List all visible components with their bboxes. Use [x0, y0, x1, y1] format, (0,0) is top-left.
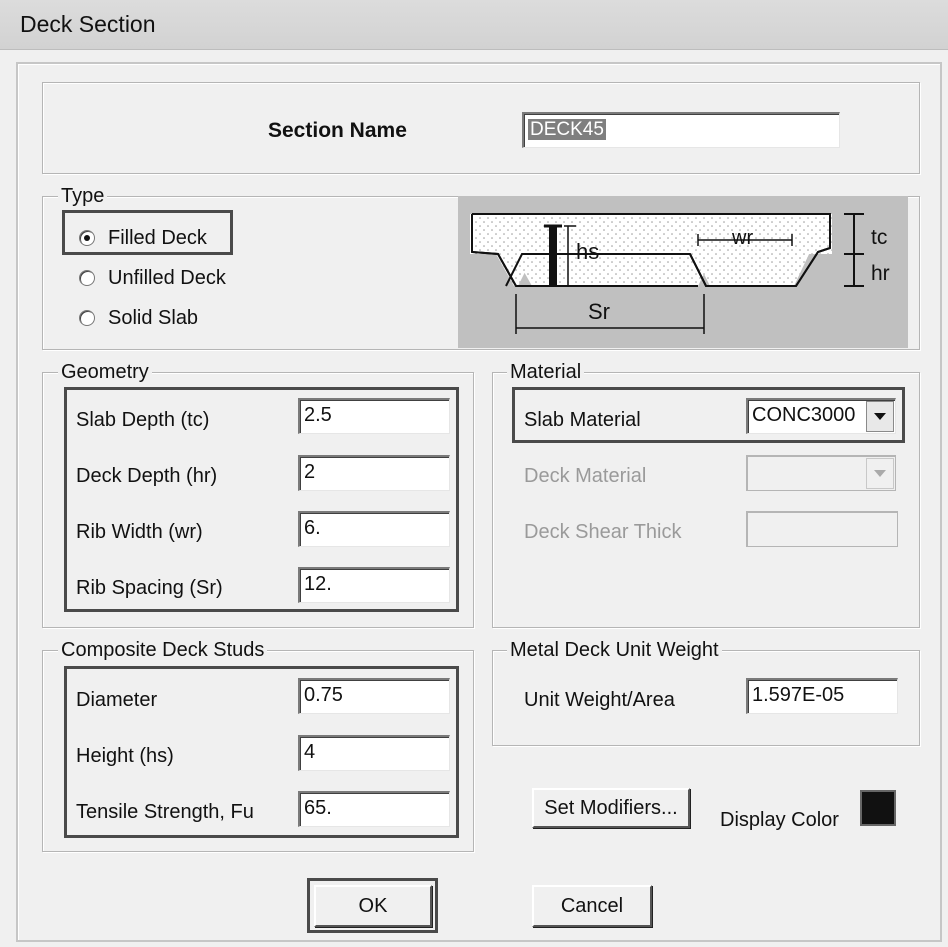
- section-name-input[interactable]: DECK45: [522, 112, 840, 148]
- radio-filled-deck-indicator[interactable]: [79, 230, 95, 246]
- radio-unfilled-deck-label[interactable]: Unfilled Deck: [108, 266, 226, 290]
- radio-solid-slab-label[interactable]: Solid Slab: [108, 306, 198, 330]
- slab-material-dropdown-icon[interactable]: [866, 401, 894, 432]
- section-name-value: DECK45: [528, 119, 606, 140]
- slab-material-label: Slab Material: [524, 409, 641, 431]
- deck-depth-input[interactable]: 2: [298, 455, 450, 491]
- diameter-label: Diameter: [76, 689, 158, 711]
- slab-material-select[interactable]: CONC3000: [746, 398, 896, 434]
- deck-shear-thick-label: Deck Shear Thick: [524, 521, 682, 543]
- title-bar: Deck Section: [0, 0, 948, 50]
- radio-filled-deck-label[interactable]: Filled Deck: [108, 226, 207, 250]
- slab-depth-input[interactable]: 2.5: [298, 398, 450, 434]
- deck-diagram: hs wr Sr tc hr: [458, 196, 908, 348]
- section-name-label: Section Name: [268, 119, 407, 142]
- set-modifiers-button[interactable]: Set Modifiers...: [532, 788, 690, 828]
- deck-material-select: [746, 455, 896, 491]
- unit-weight-legend: Metal Deck Unit Weight: [507, 639, 722, 661]
- rib-width-input[interactable]: 6.: [298, 511, 450, 547]
- deck-profile-drawing: [470, 213, 864, 334]
- display-color-swatch[interactable]: [860, 790, 896, 826]
- ok-button[interactable]: OK: [314, 885, 432, 927]
- unit-weight-input[interactable]: 1.597E-05: [746, 678, 898, 714]
- deck-depth-label: Deck Depth (hr): [76, 465, 218, 487]
- studs-legend: Composite Deck Studs: [58, 639, 268, 661]
- stud-height-label: Height (hs): [76, 745, 174, 767]
- cancel-button[interactable]: Cancel: [532, 885, 652, 927]
- tensile-strength-input[interactable]: 65.: [298, 791, 450, 827]
- type-legend: Type: [58, 185, 108, 207]
- slab-material-value: CONC3000: [752, 404, 856, 426]
- display-color-label: Display Color: [720, 809, 839, 831]
- diagram-sr-label: Sr: [588, 299, 610, 324]
- diagram-tc-label: tc: [871, 226, 888, 249]
- rib-spacing-label: Rib Spacing (Sr): [76, 577, 223, 599]
- rib-width-label: Rib Width (wr): [76, 521, 203, 543]
- window-title: Deck Section: [20, 11, 156, 37]
- diagram-hs-label: hs: [576, 239, 600, 264]
- slab-depth-label: Slab Depth (tc): [76, 409, 210, 431]
- deck-material-label: Deck Material: [524, 465, 647, 487]
- rib-spacing-input[interactable]: 12.: [298, 567, 450, 603]
- diagram-wr-label: wr: [732, 227, 754, 249]
- stud-height-input[interactable]: 4: [298, 735, 450, 771]
- unit-weight-label: Unit Weight/Area: [524, 689, 675, 711]
- radio-solid-slab-indicator[interactable]: [79, 310, 95, 326]
- tensile-strength-label: Tensile Strength, Fu: [76, 801, 254, 823]
- diameter-input[interactable]: 0.75: [298, 678, 450, 714]
- geometry-legend: Geometry: [58, 361, 152, 383]
- material-legend: Material: [507, 361, 585, 383]
- radio-unfilled-deck-indicator[interactable]: [79, 270, 95, 286]
- diagram-hr-label: hr: [871, 262, 890, 285]
- deck-material-dropdown-icon: [866, 458, 894, 489]
- deck-shear-thick-input: [746, 511, 898, 547]
